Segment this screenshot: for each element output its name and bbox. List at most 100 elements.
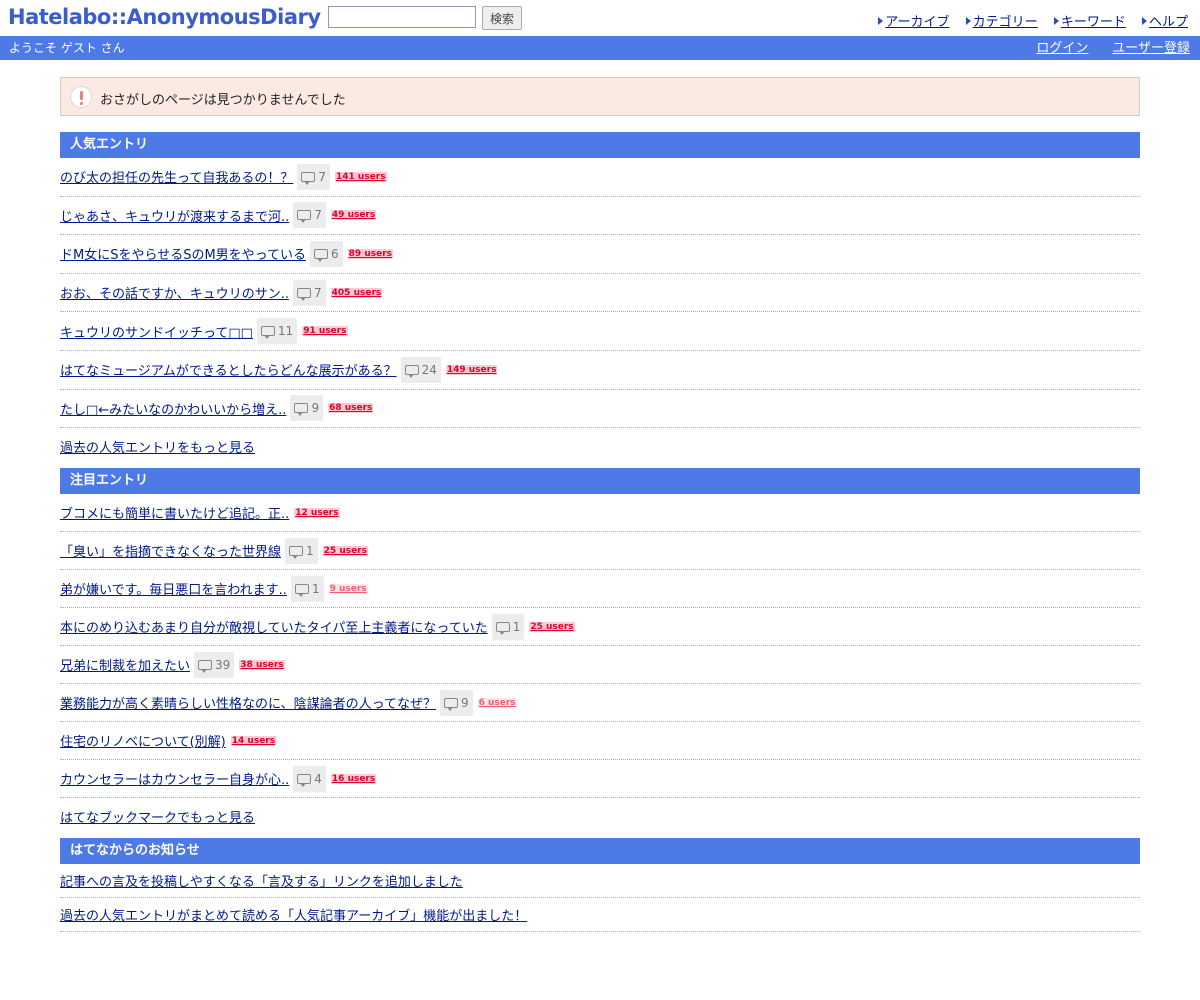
comment-count: 1 bbox=[512, 619, 521, 634]
entry-title-link[interactable]: ブコメにも簡単に書いたけど追記。正.. bbox=[60, 503, 289, 522]
register-link[interactable]: ユーザー登録 bbox=[1112, 41, 1190, 56]
logo-part2: AnonymousDiary bbox=[126, 5, 321, 29]
arrow-icon bbox=[1141, 17, 1147, 25]
comment-count-badge[interactable]: 4 bbox=[293, 765, 326, 792]
login-link[interactable]: ログイン bbox=[1036, 41, 1088, 56]
popular-more: 過去の人気エントリをもっと見る bbox=[60, 428, 1140, 458]
search-button[interactable]: 検索 bbox=[482, 6, 522, 30]
comment-count-badge[interactable]: 6 bbox=[310, 240, 343, 267]
search-input[interactable] bbox=[328, 6, 476, 28]
alert-text: おさがしのページは見つかりませんでした bbox=[100, 93, 346, 108]
comment-icon bbox=[297, 210, 312, 224]
entry-title-link[interactable]: キュウリのサンドイッチって□□ bbox=[60, 322, 253, 341]
bookmark-users-badge[interactable]: 38 users bbox=[239, 659, 285, 670]
entry-title-link[interactable]: 兄弟に制裁を加えたい bbox=[60, 655, 190, 674]
entry-row: ドM女にSをやらせるSのM男をやっている 6 89 users bbox=[60, 235, 1140, 274]
comment-icon bbox=[198, 659, 213, 673]
bookmark-users-badge[interactable]: 16 users bbox=[330, 773, 377, 784]
comment-icon bbox=[289, 545, 304, 559]
comment-count-badge[interactable]: 7 bbox=[293, 279, 326, 306]
comment-count-badge[interactable]: 39 bbox=[194, 651, 235, 678]
featured-more-link[interactable]: はてなブックマークでもっと見る bbox=[60, 811, 255, 826]
nav-help[interactable]: ヘルプ bbox=[1141, 15, 1188, 30]
greeting-text: ようこそ ゲスト さん bbox=[9, 41, 125, 55]
comment-icon bbox=[495, 621, 510, 635]
entry-title-link[interactable]: 弟が嫌いです。毎日悪口を言われます.. bbox=[60, 579, 287, 598]
bookmark-users-badge[interactable]: 141 users bbox=[335, 171, 387, 182]
header-nav: アーカイブ カテゴリー キーワード ヘルプ bbox=[866, 11, 1188, 30]
comment-count-badge[interactable]: 1 bbox=[285, 537, 318, 564]
entry-title-link[interactable]: 記事への言及を投稿しやすくなる「言及する」リンクを追加しました bbox=[60, 871, 463, 890]
comment-count: 7 bbox=[314, 285, 322, 300]
entry-title-link[interactable]: カウンセラーはカウンセラー自身が心.. bbox=[60, 769, 289, 788]
entry-row: おお、その話ですか、キュウリのサン.. 7 405 users bbox=[60, 274, 1140, 313]
comment-count: 11 bbox=[277, 324, 294, 339]
site-header: Hatelabo::AnonymousDiary 検索 アーカイブ カテゴリー … bbox=[0, 0, 1200, 36]
comment-count: 9 bbox=[460, 695, 469, 710]
comment-count-badge[interactable]: 1 bbox=[491, 613, 525, 640]
comment-count-badge[interactable]: 7 bbox=[297, 163, 330, 190]
comment-icon bbox=[443, 697, 458, 711]
entry-title-link[interactable]: ドM女にSをやらせるSのM男をやっている bbox=[60, 244, 306, 263]
bookmark-users-badge[interactable]: 14 users bbox=[230, 735, 277, 746]
featured-entry-list: ブコメにも簡単に書いたけど追記。正.. 12 users 「臭い」を指摘できなくなっ… bbox=[60, 494, 1140, 799]
comment-icon bbox=[260, 326, 275, 340]
nav-archive-link[interactable]: アーカイブ bbox=[885, 15, 949, 30]
nav-archive[interactable]: アーカイブ bbox=[878, 15, 950, 30]
bookmark-users-badge[interactable]: 89 users bbox=[347, 248, 393, 259]
bookmark-users-badge[interactable]: 68 users bbox=[328, 403, 374, 414]
site-logo[interactable]: Hatelabo::AnonymousDiary bbox=[8, 5, 321, 29]
nav-help-link[interactable]: ヘルプ bbox=[1149, 15, 1188, 30]
arrow-icon bbox=[878, 17, 884, 25]
comment-count: 1 bbox=[306, 543, 314, 558]
nav-category[interactable]: カテゴリー bbox=[965, 15, 1038, 30]
entry-title-link[interactable]: たし□←みたいなのかわいいから増え.. bbox=[60, 399, 286, 418]
entry-row: たし□←みたいなのかわいいから増え.. 9 68 users bbox=[60, 390, 1140, 429]
comment-icon bbox=[297, 773, 312, 787]
nav-keyword-link[interactable]: キーワード bbox=[1061, 15, 1126, 30]
entry-title-link[interactable]: 本にのめり込むあまり自分が敵視していたタイパ至上主義者になっていた bbox=[60, 617, 488, 636]
comment-count: 1 bbox=[311, 581, 320, 596]
bookmark-users-badge[interactable]: 25 users bbox=[529, 621, 575, 632]
entry-title-link[interactable]: じゃあさ、キュウリが渡来するまで河.. bbox=[60, 206, 289, 225]
entry-row: 兄弟に制裁を加えたい 39 38 users bbox=[60, 646, 1140, 685]
entry-row: 業務能力が高く素晴らしい性格なのに、陰謀論者の人ってなぜ？ 9 6 users bbox=[60, 684, 1140, 723]
comment-count: 24 bbox=[421, 362, 437, 377]
featured-more: はてなブックマークでもっと見る bbox=[60, 798, 1140, 828]
bookmark-users-badge[interactable]: 25 users bbox=[322, 545, 368, 556]
entry-title-link[interactable]: 過去の人気エントリがまとめて読める「人気記事アーカイブ」機能が出ました！ bbox=[60, 905, 527, 924]
arrow-icon bbox=[965, 17, 971, 25]
main-content: おさがしのページは見つかりませんでした 人気エントリ のび太の担任の先生って自我… bbox=[60, 77, 1140, 933]
entry-row: 住宅のリノベについて(別解) 14 users bbox=[60, 722, 1140, 761]
entry-title-link[interactable]: のび太の担任の先生って自我あるの！？ bbox=[60, 167, 293, 186]
comment-count-badge[interactable]: 11 bbox=[256, 318, 298, 345]
bookmark-users-badge[interactable]: 6 users bbox=[477, 697, 517, 708]
bookmark-users-badge[interactable]: 9 users bbox=[328, 583, 368, 594]
bookmark-users-badge[interactable]: 49 users bbox=[330, 210, 377, 221]
popular-entry-list: のび太の担任の先生って自我あるの！？ 7 141 users じゃあさ、キュウリが渡来… bbox=[60, 158, 1140, 429]
entry-title-link[interactable]: はてなミュージアムができるとしたらどんな展示がある？ bbox=[60, 360, 397, 379]
entry-row: キュウリのサンドイッチって□□ 11 91 users bbox=[60, 312, 1140, 351]
comment-count-badge[interactable]: 1 bbox=[290, 575, 324, 602]
bookmark-users-badge[interactable]: 149 users bbox=[445, 364, 498, 375]
comment-count: 7 bbox=[314, 208, 322, 223]
entry-title-link[interactable]: おお、その話ですか、キュウリのサン.. bbox=[60, 283, 289, 302]
comment-count-badge[interactable]: 7 bbox=[293, 202, 326, 229]
entry-title-link[interactable]: 業務能力が高く素晴らしい性格なのに、陰謀論者の人ってなぜ？ bbox=[60, 693, 436, 712]
comment-count: 6 bbox=[331, 246, 339, 261]
news-entry-list: 記事への言及を投稿しやすくなる「言及する」リンクを追加しました過去の人気エントリ… bbox=[60, 864, 1140, 933]
popular-more-link[interactable]: 過去の人気エントリをもっと見る bbox=[60, 441, 255, 456]
comment-count-badge[interactable]: 24 bbox=[400, 356, 441, 383]
comment-count-badge[interactable]: 9 bbox=[290, 395, 324, 422]
bookmark-users-badge[interactable]: 12 users bbox=[294, 507, 340, 518]
bookmark-users-badge[interactable]: 91 users bbox=[302, 326, 348, 337]
bookmark-users-badge[interactable]: 405 users bbox=[330, 287, 383, 298]
nav-keyword[interactable]: キーワード bbox=[1053, 15, 1126, 30]
entry-title-link[interactable]: 「臭い」を指摘できなくなった世界線 bbox=[60, 541, 281, 560]
entry-row: 記事への言及を投稿しやすくなる「言及する」リンクを追加しました bbox=[60, 864, 1140, 899]
entry-row: 過去の人気エントリがまとめて読める「人気記事アーカイブ」機能が出ました！ bbox=[60, 898, 1140, 933]
entry-title-link[interactable]: 住宅のリノベについて(別解) bbox=[60, 731, 226, 750]
comment-count-badge[interactable]: 9 bbox=[439, 689, 473, 716]
nav-category-link[interactable]: カテゴリー bbox=[973, 15, 1038, 30]
comment-icon bbox=[294, 403, 309, 417]
